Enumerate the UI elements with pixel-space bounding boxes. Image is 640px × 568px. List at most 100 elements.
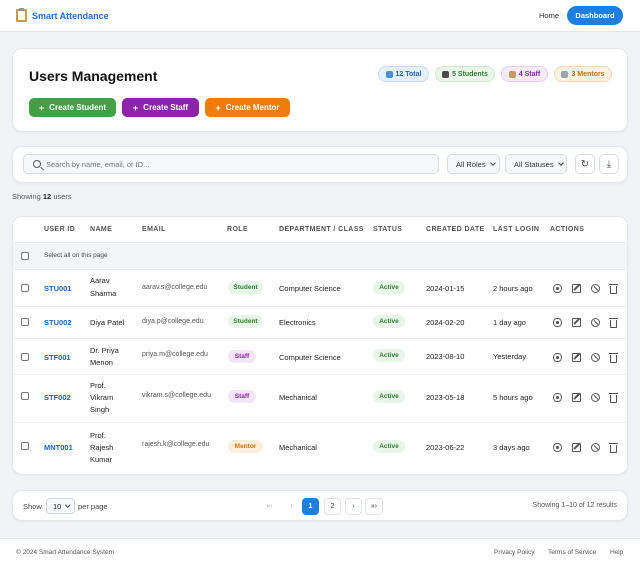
- refresh-button[interactable]: ↻: [575, 154, 595, 174]
- create-staff-button[interactable]: + Create Staff: [122, 98, 199, 117]
- per-page-select[interactable]: 10: [46, 498, 75, 514]
- edit-icon[interactable]: [572, 443, 581, 452]
- nav-home-link[interactable]: Home: [539, 11, 559, 20]
- status-filter-select[interactable]: All Statuses: [505, 154, 567, 174]
- first-page-button[interactable]: «‹: [261, 498, 278, 515]
- col-created[interactable]: CREATED DATE: [426, 226, 485, 233]
- user-id[interactable]: MNT001: [44, 443, 73, 452]
- created-date: 2024-01-15: [426, 284, 465, 293]
- prev-page-button[interactable]: ‹: [283, 498, 300, 515]
- trash-icon[interactable]: [609, 318, 618, 328]
- col-role[interactable]: ROLE: [227, 226, 248, 233]
- col-last-login[interactable]: LAST LOGIN: [493, 226, 539, 233]
- results-count: Showing 12 users: [12, 192, 72, 201]
- select-all-checkbox[interactable]: [21, 252, 29, 260]
- status-badge: Active: [373, 440, 405, 453]
- user-id[interactable]: STU002: [44, 318, 72, 327]
- teacher-icon: [508, 70, 516, 78]
- table-row[interactable]: STU002 Diya Patel diya.p@college.edu Stu…: [13, 307, 627, 339]
- help-link[interactable]: Help: [610, 549, 623, 556]
- footer: © 2024 Smart Attendance System Privacy P…: [0, 538, 640, 568]
- user-name-line: Prof.: [90, 431, 106, 440]
- row-checkbox[interactable]: [21, 392, 29, 400]
- students-count-label: 5 Students: [452, 70, 488, 78]
- user-department: Computer Science: [279, 284, 341, 293]
- block-icon[interactable]: [591, 318, 600, 327]
- table-row[interactable]: STU001 Aarav Sharma aarav.s@college.edu …: [13, 270, 627, 307]
- col-name[interactable]: NAME: [90, 226, 112, 233]
- user-id[interactable]: STF002: [44, 393, 71, 402]
- privacy-policy-link[interactable]: Privacy Policy: [494, 549, 534, 556]
- created-date: 2023-08-10: [426, 352, 465, 361]
- created-date: 2023-05-18: [426, 393, 465, 402]
- status-badge: Active: [373, 349, 405, 362]
- row-actions: [553, 443, 618, 453]
- table-row[interactable]: MNT001 Prof. Rajesh Kumar rajesh.k@colle…: [13, 423, 627, 473]
- results-number: 12: [42, 192, 52, 201]
- row-checkbox[interactable]: [21, 353, 29, 361]
- created-date: 2024-02-20: [426, 318, 465, 327]
- edit-icon[interactable]: [572, 284, 581, 293]
- staff-count-badge: 4 Staff: [501, 66, 548, 82]
- select-all-row: Select all on this page: [13, 243, 627, 270]
- view-icon[interactable]: [553, 443, 562, 452]
- view-icon[interactable]: [553, 284, 562, 293]
- user-name-line: Menon: [90, 358, 113, 367]
- col-email[interactable]: EMAIL: [142, 226, 166, 233]
- user-id[interactable]: STU001: [44, 284, 72, 293]
- table-row[interactable]: STF001 Dr. Priya Menon priya.m@college.e…: [13, 339, 627, 375]
- row-checkbox[interactable]: [21, 284, 29, 292]
- status-badge: Active: [373, 315, 405, 328]
- view-icon[interactable]: [553, 353, 562, 362]
- plus-icon: +: [132, 102, 139, 113]
- row-checkbox[interactable]: [21, 442, 29, 450]
- trash-icon[interactable]: [609, 393, 618, 403]
- role-filter-select[interactable]: All Roles: [447, 154, 500, 174]
- graduation-cap-icon: [442, 70, 450, 78]
- user-id[interactable]: STF001: [44, 353, 71, 362]
- per-page-label: per page: [78, 502, 108, 511]
- search-box[interactable]: [23, 154, 439, 174]
- users-icon: [385, 70, 393, 78]
- plus-icon: +: [215, 102, 221, 113]
- created-date: 2023-06-22: [426, 443, 465, 452]
- students-count-badge: 5 Students: [435, 66, 495, 82]
- user-department: Computer Science: [279, 353, 341, 362]
- last-page-button[interactable]: »›: [365, 498, 383, 515]
- total-count-badge: 12 Total: [378, 66, 429, 82]
- create-student-label: Create Student: [49, 103, 107, 112]
- trash-icon[interactable]: [609, 284, 618, 294]
- edit-icon[interactable]: [572, 353, 581, 362]
- trash-icon[interactable]: [609, 353, 618, 363]
- create-mentor-button[interactable]: + Create Mentor: [205, 98, 290, 117]
- search-input[interactable]: [46, 156, 426, 173]
- col-status[interactable]: STATUS: [373, 226, 402, 233]
- mentors-count-badge: 3 Mentors: [554, 66, 612, 82]
- top-navbar: Smart Attendance Home Dashboard: [0, 0, 640, 32]
- view-icon[interactable]: [553, 318, 562, 327]
- next-page-button[interactable]: ›: [345, 498, 362, 515]
- user-name-line: Aarav: [90, 276, 110, 285]
- per-page-value: 10: [53, 501, 62, 511]
- edit-icon[interactable]: [572, 393, 581, 402]
- page-2-button[interactable]: 2: [324, 498, 341, 515]
- block-icon[interactable]: [591, 443, 600, 452]
- col-user-id[interactable]: USER ID: [44, 226, 75, 233]
- block-icon[interactable]: [591, 284, 600, 293]
- block-icon[interactable]: [591, 393, 600, 402]
- total-count-label: 12 Total: [395, 70, 422, 78]
- dashboard-button[interactable]: Dashboard: [567, 6, 623, 25]
- trash-icon[interactable]: [609, 443, 618, 453]
- create-mentor-label: Create Mentor: [225, 103, 280, 112]
- col-department[interactable]: DEPARTMENT / CLASS: [279, 226, 364, 233]
- view-icon[interactable]: [553, 393, 562, 402]
- terms-link[interactable]: Terms of Service: [548, 549, 596, 556]
- block-icon[interactable]: [591, 353, 600, 362]
- export-button[interactable]: ⤓: [599, 154, 619, 174]
- brand[interactable]: Smart Attendance: [16, 8, 109, 22]
- create-student-button[interactable]: + Create Student: [29, 98, 116, 117]
- edit-icon[interactable]: [572, 318, 581, 327]
- row-checkbox[interactable]: [21, 318, 29, 326]
- table-row[interactable]: STF002 Prof. Vikram Singh vikram.s@colle…: [13, 375, 627, 423]
- page-1-button[interactable]: 1: [302, 498, 319, 515]
